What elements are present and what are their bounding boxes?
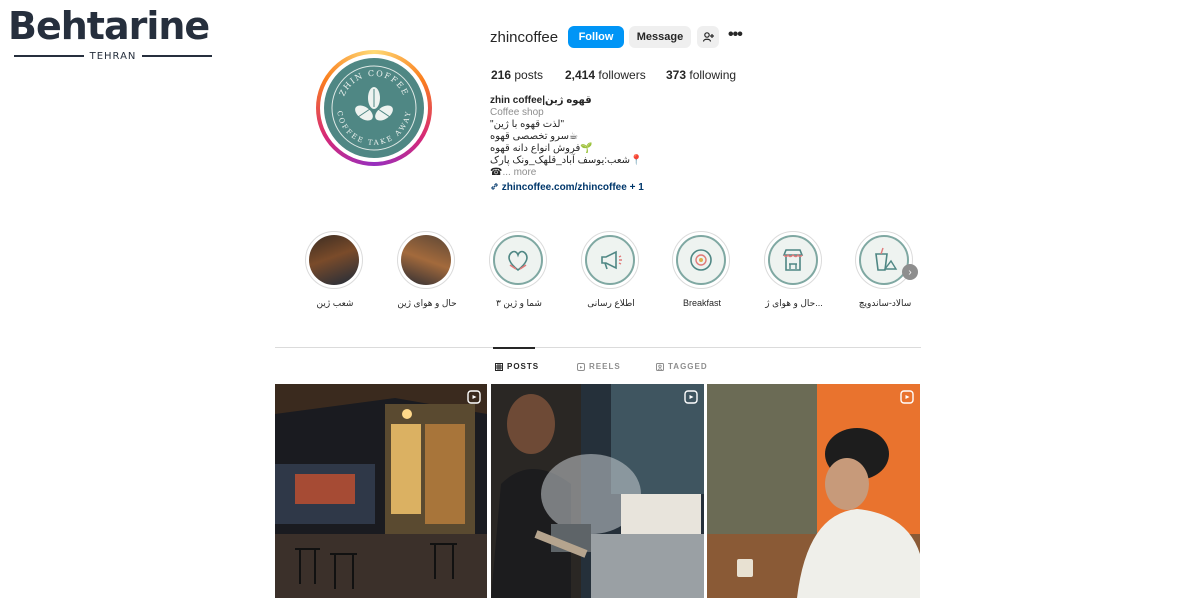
highlights-next-button[interactable]: › <box>902 264 918 280</box>
highlight-photo <box>401 235 451 285</box>
phone-icon: ☎ <box>490 167 503 178</box>
post-image-barista <box>491 384 704 598</box>
bio-line-2: سرو تخصصی قهوه☕ <box>490 131 578 142</box>
link-icon <box>491 183 498 190</box>
more-options-icon[interactable]: ••• <box>728 27 746 44</box>
reel-icon <box>467 390 481 404</box>
bio-website-link[interactable]: zhincoffee.com/zhincoffee + 1 <box>490 182 644 194</box>
reels-icon <box>577 362 585 371</box>
tab-reels[interactable]: REELS <box>577 362 621 371</box>
svg-text:COFFEE TAKE AWAY: COFFEE TAKE AWAY <box>335 110 413 147</box>
following-count[interactable]: 373 following <box>666 68 736 82</box>
add-user-icon <box>702 32 714 42</box>
profile-avatar[interactable]: ZHIN COFFEE COFFEE TAKE AWAY <box>316 50 432 166</box>
watermark-logo: Behtarine TEHRAN <box>8 6 218 62</box>
bio-more-link[interactable]: ... more <box>502 167 536 178</box>
cafe-shop-icon <box>782 249 804 271</box>
bio-name: zhin coffee|قهوه ژین <box>490 95 592 106</box>
tab-posts[interactable]: POSTS <box>495 362 539 371</box>
watermark-subtitle: TEHRAN <box>89 50 137 62</box>
bio-line-3: فروش انواع دانه قهوه🌱 <box>490 143 593 154</box>
bio-line-1: "لذت قهوه با ژین" <box>490 119 565 130</box>
highlight-photo <box>309 235 359 285</box>
profile-username: zhincoffee <box>490 29 559 46</box>
post-tile-2[interactable] <box>491 384 704 598</box>
bio-line-5: ☎... more <box>490 167 536 179</box>
coffee-logo: ZHIN COFFEE COFFEE TAKE AWAY <box>324 58 424 158</box>
bio-category: Coffee shop <box>490 107 544 118</box>
heart-hands-icon <box>508 250 528 272</box>
bio-line-4: شعب:یوسف آباد_قلهک_ونک پارک📍 <box>490 155 643 166</box>
post-image-customer <box>707 384 920 598</box>
post-image-cafe-night <box>275 384 487 598</box>
tagged-icon <box>656 362 664 371</box>
chevron-right-icon: › <box>908 266 912 278</box>
followers-count[interactable]: 2,414 followers <box>565 68 646 82</box>
post-tile-3[interactable] <box>707 384 920 598</box>
tabs-divider <box>275 347 921 348</box>
grid-icon <box>495 362 503 371</box>
posts-count: 216 posts <box>491 68 544 82</box>
tab-tagged[interactable]: TAGGED <box>656 362 708 371</box>
reel-icon <box>684 390 698 404</box>
message-button[interactable]: Message <box>629 26 691 48</box>
active-tab-indicator <box>493 347 535 349</box>
breakfast-plate-icon <box>690 249 712 271</box>
megaphone-icon <box>601 250 622 270</box>
follow-button[interactable]: Follow <box>568 26 624 48</box>
reel-icon <box>900 390 914 404</box>
logo-text-bottom: COFFEE TAKE AWAY <box>335 110 411 147</box>
watermark-title: Behtarine <box>8 4 210 48</box>
add-user-button[interactable] <box>697 26 719 48</box>
drink-sandwich-icon <box>875 247 898 271</box>
post-tile-1[interactable] <box>275 384 487 598</box>
